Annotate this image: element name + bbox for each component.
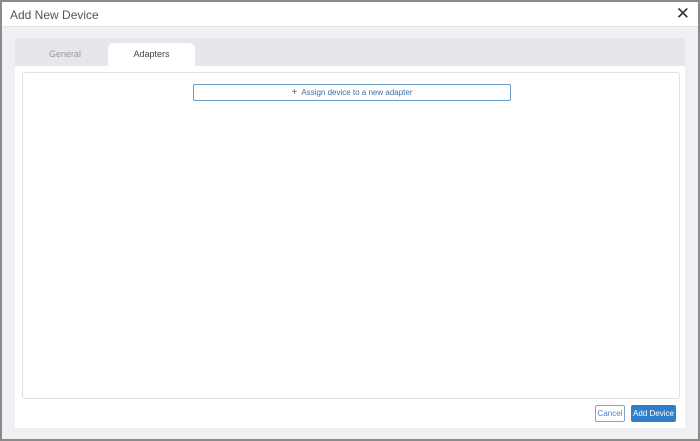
- dialog-body: General Adapters + Assign device to a ne…: [15, 38, 685, 428]
- dialog-title: Add New Device: [10, 8, 99, 22]
- assign-adapter-button[interactable]: + Assign device to a new adapter: [193, 84, 511, 101]
- cancel-button[interactable]: Cancel: [595, 405, 625, 422]
- add-device-dialog: Add New Device ✕ General Adapters + Assi…: [2, 2, 698, 439]
- add-device-button[interactable]: Add Device: [631, 405, 676, 422]
- tab-general[interactable]: General: [22, 43, 108, 66]
- tab-strip: General Adapters: [15, 38, 685, 66]
- plus-icon: +: [291, 87, 297, 98]
- adapters-panel: + Assign device to a new adapter: [22, 72, 680, 399]
- assign-adapter-label: Assign device to a new adapter: [301, 88, 412, 97]
- close-icon[interactable]: ✕: [676, 4, 690, 24]
- tab-adapters[interactable]: Adapters: [108, 43, 195, 66]
- title-bar: Add New Device ✕: [2, 2, 698, 27]
